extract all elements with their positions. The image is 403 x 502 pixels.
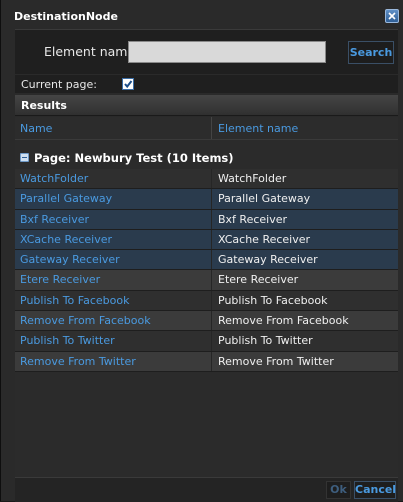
table-row[interactable]: XCache Receiver XCache Receiver bbox=[15, 229, 398, 251]
table-row[interactable]: Publish To Twitter Publish To Twitter bbox=[15, 331, 398, 352]
search-panel: Element name: Search bbox=[15, 29, 398, 74]
row-divider bbox=[211, 311, 212, 331]
checkmark-icon bbox=[124, 80, 133, 89]
destination-node-dialog: DestinationNode Element name: Search Cur… bbox=[0, 0, 403, 502]
current-page-row: Current page: bbox=[15, 75, 398, 93]
row-element-name: Publish To Facebook bbox=[218, 293, 328, 307]
row-element-name: Parallel Gateway bbox=[218, 192, 311, 206]
close-button[interactable] bbox=[385, 9, 399, 23]
table-row[interactable]: Publish To Facebook Publish To Facebook bbox=[15, 290, 398, 312]
row-element-name: XCache Receiver bbox=[218, 232, 311, 246]
row-divider bbox=[211, 250, 212, 270]
ok-button[interactable]: Ok bbox=[326, 481, 351, 499]
row-name[interactable]: Remove From Facebook bbox=[20, 314, 151, 327]
table-row[interactable]: Gateway Receiver Gateway Receiver bbox=[15, 250, 398, 271]
close-icon bbox=[388, 12, 396, 20]
table-row[interactable]: Remove From Twitter Remove From Twitter bbox=[15, 351, 398, 372]
table-row[interactable]: WatchFolder WatchFolder bbox=[15, 169, 398, 190]
dialog-title: DestinationNode bbox=[14, 10, 118, 23]
row-divider bbox=[211, 290, 212, 311]
table-row[interactable]: Etere Receiver Etere Receiver bbox=[15, 270, 398, 291]
row-name[interactable]: Publish To Twitter bbox=[20, 334, 115, 347]
row-element-name: Remove From Facebook bbox=[218, 314, 349, 328]
row-element-name: Publish To Twitter bbox=[218, 334, 313, 348]
row-divider bbox=[211, 189, 212, 209]
element-name-label: Element name: bbox=[44, 44, 140, 59]
row-name[interactable]: Remove From Twitter bbox=[20, 355, 136, 368]
row-name[interactable]: Publish To Facebook bbox=[20, 294, 129, 307]
column-divider bbox=[211, 117, 212, 139]
row-divider bbox=[211, 209, 212, 229]
row-name[interactable]: XCache Receiver bbox=[20, 233, 112, 246]
table-row[interactable]: Bxf Receiver Bxf Receiver bbox=[15, 209, 398, 230]
column-header-element-name[interactable]: Element name bbox=[218, 122, 298, 135]
row-divider bbox=[211, 270, 212, 290]
grid-column-headers: Name Element name bbox=[15, 117, 398, 140]
search-button[interactable]: Search bbox=[348, 41, 394, 64]
current-page-checkbox[interactable] bbox=[122, 78, 134, 90]
row-element-name: WatchFolder bbox=[218, 172, 287, 185]
row-element-name: Bxf Receiver bbox=[218, 212, 288, 226]
row-divider bbox=[211, 169, 212, 189]
results-header: Results bbox=[15, 95, 398, 116]
row-name[interactable]: Gateway Receiver bbox=[20, 253, 120, 266]
collapse-icon[interactable] bbox=[20, 153, 29, 162]
results-grid: Name Element name Page: Newbury Test (10… bbox=[15, 117, 398, 477]
group-row[interactable]: Page: Newbury Test (10 Items) bbox=[15, 147, 398, 169]
row-divider bbox=[211, 229, 212, 250]
row-element-name: Etere Receiver bbox=[218, 273, 299, 287]
element-name-input[interactable] bbox=[128, 41, 326, 63]
results-rows: WatchFolder WatchFolder Parallel Gateway… bbox=[15, 169, 398, 372]
table-row[interactable]: Parallel Gateway Parallel Gateway bbox=[15, 189, 398, 210]
group-label: Page: Newbury Test (10 Items) bbox=[34, 151, 234, 165]
row-name[interactable]: Etere Receiver bbox=[20, 273, 100, 286]
row-element-name: Gateway Receiver bbox=[218, 253, 318, 267]
row-name[interactable]: Parallel Gateway bbox=[20, 192, 112, 205]
current-page-label: Current page: bbox=[21, 78, 97, 91]
row-name[interactable]: Bxf Receiver bbox=[20, 213, 89, 226]
row-element-name: Remove From Twitter bbox=[218, 354, 334, 368]
column-header-name[interactable]: Name bbox=[20, 122, 52, 135]
cancel-button[interactable]: Cancel bbox=[354, 481, 396, 499]
table-row[interactable]: Remove From Facebook Remove From Faceboo… bbox=[15, 311, 398, 332]
row-name[interactable]: WatchFolder bbox=[20, 172, 88, 185]
row-divider bbox=[211, 331, 212, 351]
results-title: Results bbox=[21, 99, 67, 112]
dialog-footer: Ok Cancel bbox=[15, 477, 398, 502]
row-divider bbox=[211, 351, 212, 371]
dialog-titlebar[interactable]: DestinationNode bbox=[9, 6, 403, 28]
